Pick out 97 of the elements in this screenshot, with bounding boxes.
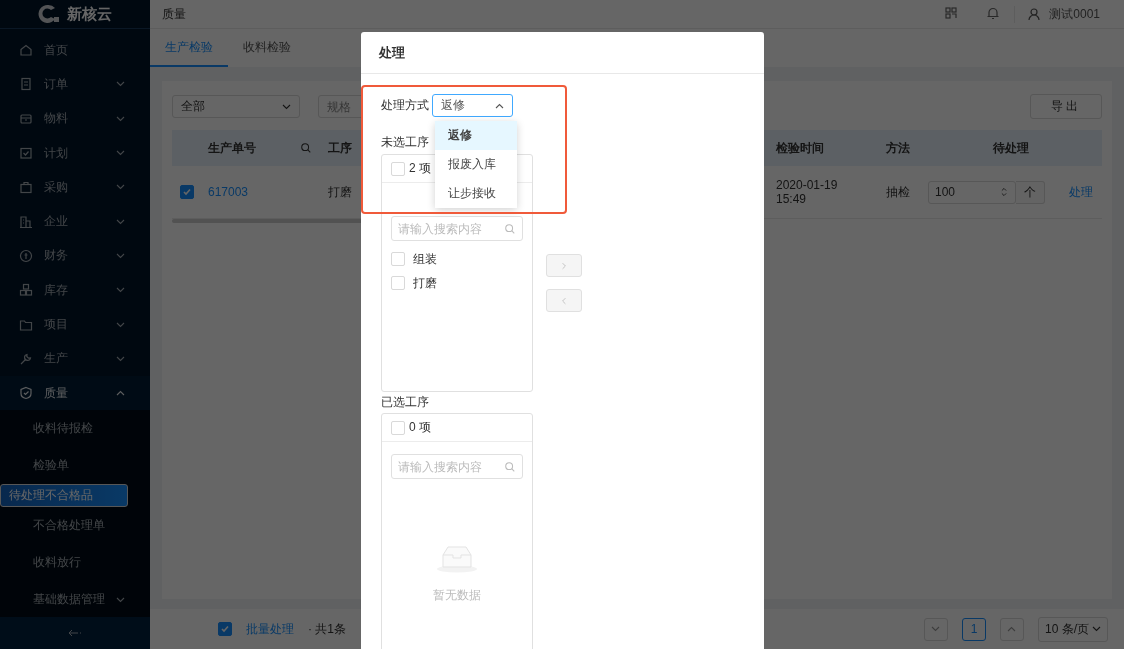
tab[interactable]: 生产检验 (150, 29, 228, 67)
empty-text: 暂无数据 (433, 587, 481, 604)
folder-icon (19, 317, 33, 332)
previous-page-button[interactable] (924, 617, 948, 641)
page-button[interactable]: 1 (962, 617, 986, 641)
submenu-item[interactable]: 检验单 (0, 447, 150, 485)
coin-icon (19, 248, 33, 263)
breadcrumb: 质量 (162, 5, 187, 23)
column-header: 方法 (878, 130, 920, 166)
chevron-down-icon (116, 115, 125, 122)
shield-icon (19, 386, 33, 401)
empty-inbox-icon (435, 545, 479, 573)
tab[interactable]: 收料检验 (228, 29, 306, 67)
bag-icon (19, 180, 33, 195)
submenu-item[interactable]: 收料放行 (0, 544, 150, 582)
column-header: 待处理 (920, 130, 1102, 166)
user-icon (1027, 7, 1042, 21)
next-page-button[interactable] (1000, 617, 1024, 641)
submenu-item[interactable]: 收料待报检 (0, 410, 150, 448)
chevron-left-icon (559, 295, 569, 306)
sidebar-item[interactable]: 质量 (0, 375, 150, 411)
unit-label: 个 (1016, 180, 1045, 204)
sidebar-item[interactable]: 计划 (0, 135, 150, 171)
sidebar-item[interactable]: 生产 (0, 341, 150, 376)
sidebar-item[interactable]: 订单 (0, 67, 150, 102)
chevron-down-icon (116, 355, 125, 362)
chevron-down-icon (116, 81, 125, 88)
arrow-left-icon (68, 629, 82, 637)
chevron-down-icon (116, 252, 125, 259)
checkbox[interactable] (180, 184, 194, 199)
bell-icon (986, 5, 1001, 20)
sidebar-item[interactable]: 财务 (0, 238, 150, 274)
method-select[interactable]: 返修 (432, 94, 513, 117)
document-icon (19, 77, 33, 92)
page-size-select[interactable]: 10 条/页 (1038, 616, 1108, 642)
column-header: 生产单号 (200, 130, 320, 166)
logo-text: 新核云 (67, 4, 112, 24)
batch-process-link[interactable]: 批量处理 (246, 620, 294, 638)
chevron-down-icon (116, 321, 125, 328)
chevron-down-icon (931, 626, 941, 632)
stock-icon (19, 283, 33, 298)
building-icon (19, 214, 33, 229)
sidebar-item[interactable]: 首页 (0, 33, 150, 68)
user-name[interactable]: 测试0001 (1049, 5, 1100, 23)
total-count: · 共1条 (308, 620, 346, 638)
chevron-down-icon (1092, 626, 1101, 632)
column-header: 检验时间 (768, 130, 878, 166)
dropdown-option[interactable]: 返修 (435, 121, 517, 150)
sidebar-item[interactable]: 物料 (0, 101, 150, 136)
order-link[interactable]: 617003 (208, 185, 249, 199)
home-icon (19, 43, 33, 58)
quantity-field[interactable]: 100 (928, 180, 1016, 204)
box-icon (19, 111, 33, 126)
qr-code-icon (944, 5, 959, 20)
search-icon (504, 222, 516, 235)
chevron-down-icon (116, 150, 125, 157)
logo-icon (38, 3, 62, 25)
search-icon (300, 142, 312, 154)
collapse-button[interactable] (0, 617, 150, 649)
dropdown-option[interactable]: 让步接收 (435, 179, 517, 208)
chevron-up-icon (495, 102, 504, 109)
dialog-title: 处理 (361, 32, 764, 74)
submenu-item[interactable]: 待处理不合格品 (0, 484, 128, 508)
export-button[interactable]: 导出 (1030, 94, 1102, 119)
chevron-down-icon (116, 218, 125, 225)
list-item[interactable]: 打磨 (413, 274, 437, 292)
table-cell: 2020-01-19 15:49 (768, 166, 878, 219)
sidebar-item[interactable]: 采购 (0, 170, 150, 205)
chevron-right-icon (559, 260, 569, 271)
chevron-down-icon (282, 103, 291, 110)
item-count: 0 项 (409, 419, 431, 436)
checkmark-icon (182, 186, 192, 197)
chevron-down-icon (116, 596, 125, 603)
move-left-button[interactable] (546, 289, 582, 312)
chevron-up-icon (116, 390, 125, 397)
dropdown-option[interactable]: 报废入库 (435, 150, 517, 179)
calendar-icon (19, 146, 33, 161)
chevron-up-icon (1007, 626, 1017, 632)
list-item[interactable]: 组装 (413, 250, 437, 268)
search-icon (504, 460, 516, 473)
list-title: 已选工序 (381, 395, 430, 409)
sidebar-item[interactable]: 企业 (0, 204, 150, 239)
method-label: 处理方式 (381, 97, 429, 114)
move-right-button[interactable] (546, 254, 582, 277)
checkmark-icon (220, 624, 230, 634)
search-field[interactable]: 请输入搜索内容 (391, 216, 523, 241)
table-cell: 抽检 (878, 166, 920, 219)
checkbox[interactable] (218, 622, 232, 636)
chevron-down-icon (116, 184, 125, 191)
stepper-icon (999, 186, 1009, 198)
chevron-down-icon (116, 287, 125, 294)
sidebar-item[interactable]: 库存 (0, 273, 150, 308)
status-select[interactable]: 全部 (172, 95, 300, 118)
wrench-icon (19, 351, 33, 366)
process-link[interactable]: 处理 (1069, 183, 1093, 201)
search-field[interactable]: 请输入搜索内容 (391, 454, 523, 479)
sidebar-item[interactable]: 项目 (0, 307, 150, 342)
